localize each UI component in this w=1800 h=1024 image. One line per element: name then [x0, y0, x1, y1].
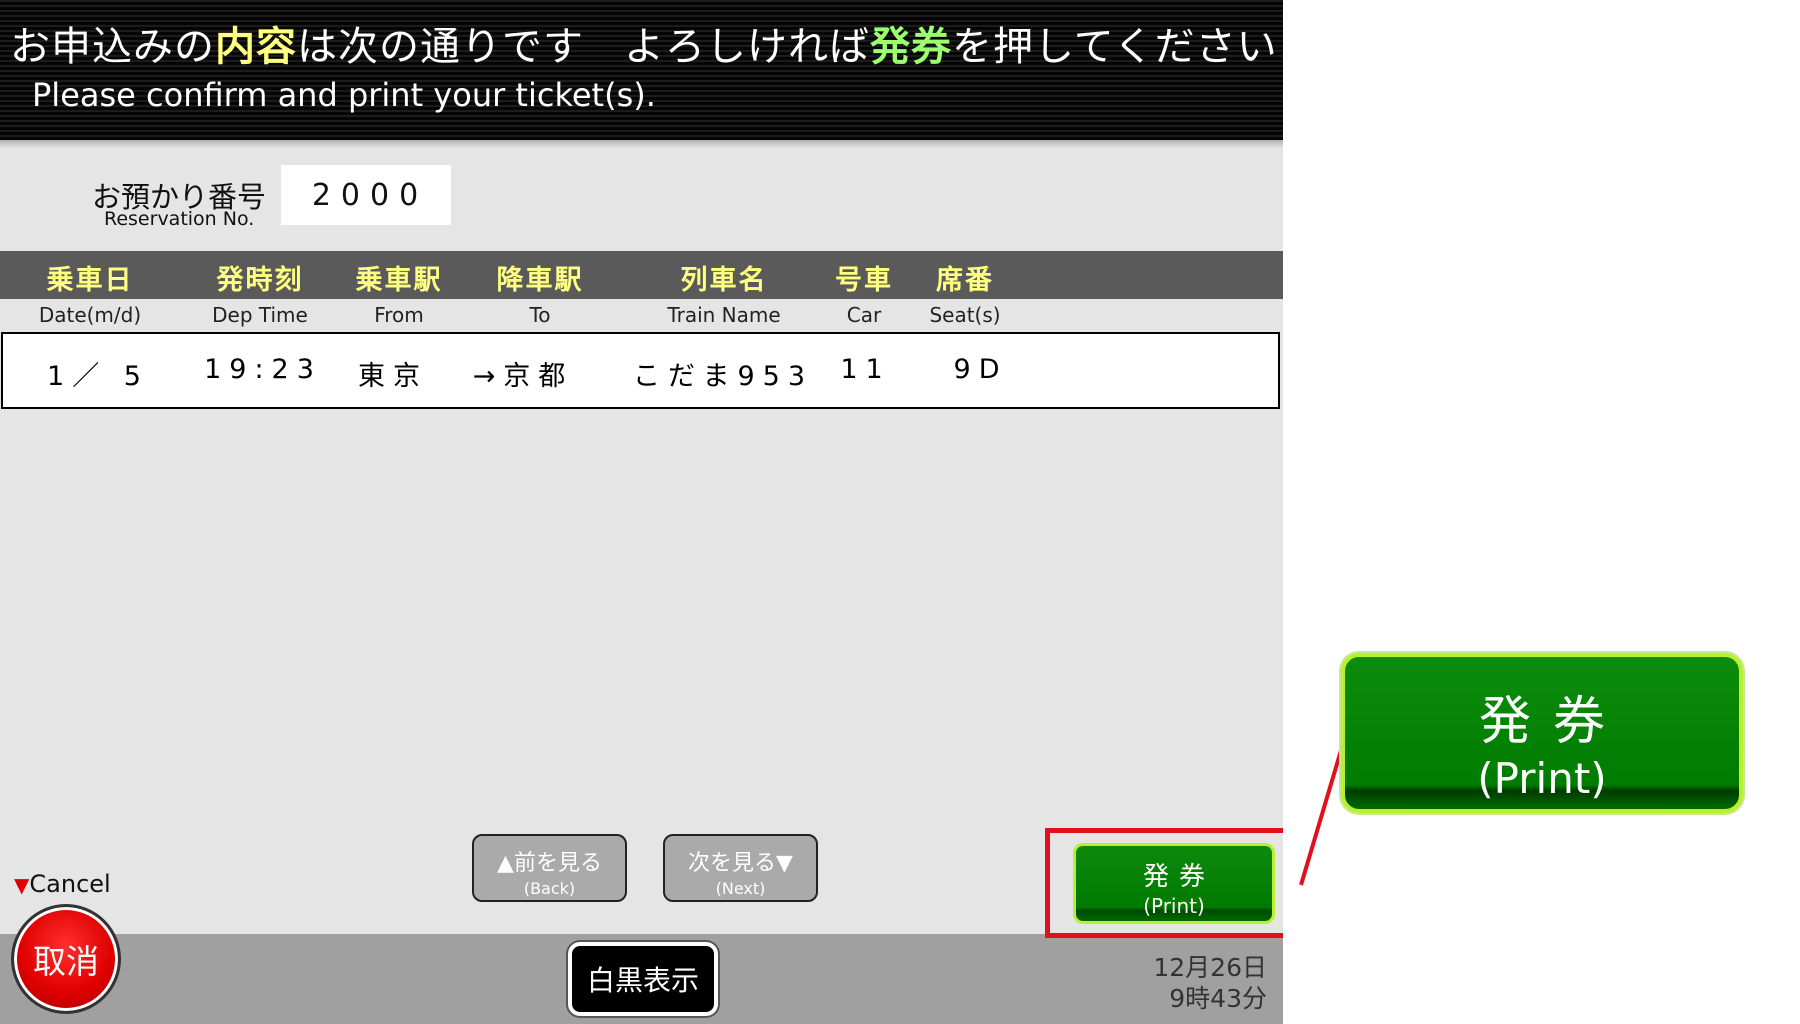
instruction-jp-highlight-content: 内容 — [215, 24, 297, 70]
header-dep-time-jp: 発時刻 — [216, 265, 304, 296]
header-from-en: From — [374, 303, 424, 327]
cancel-caption: ▼Cancel — [14, 870, 111, 898]
monochrome-display-button[interactable]: 白黒表示 — [568, 942, 718, 1016]
date-text: 12月26日 — [1153, 953, 1267, 982]
instruction-jp-part: を押してください — [952, 24, 1278, 70]
zoomed-print-sublabel: (Print) — [1477, 754, 1607, 803]
instruction-en: Please confirm and print your ticket(s). — [32, 76, 656, 114]
time-text: 9時43分 — [1169, 984, 1267, 1013]
table-header-jp: 乗車日 発時刻 乗車駅 降車駅 列車名 号車 席番 — [0, 251, 1283, 299]
cell-date: 1／ 5 — [47, 361, 149, 392]
header-car-jp: 号車 — [835, 265, 893, 296]
zoomed-print-label: 発券 — [1478, 692, 1627, 752]
instruction-jp-part: は次の通りです — [297, 24, 584, 70]
back-button-sublabel: (Back) — [523, 879, 576, 898]
instruction-banner: お申込みの内容は次の通りです よろしければ発券を押してください Please co… — [0, 0, 1283, 140]
back-button-label: ▲前を見る — [497, 851, 602, 876]
cancel-button[interactable]: 取消 — [11, 904, 121, 1014]
header-car-en: Car — [846, 303, 882, 327]
table-header-en: Date(m/d) Dep Time From To Train Name Ca… — [0, 299, 1283, 331]
header-train-name-jp: 列車名 — [680, 265, 768, 296]
cell-to: →京都 — [472, 361, 574, 392]
cell-dep-time: 19:23 — [204, 354, 322, 385]
instruction-jp-part: よろしければ — [624, 24, 870, 70]
cell-car: 11 — [840, 354, 891, 385]
next-button-sublabel: (Next) — [715, 879, 766, 898]
reservation-number: 2000 — [281, 165, 451, 225]
triangle-down-icon: ▼ — [14, 873, 30, 897]
next-button[interactable]: 次を見る▼ (Next) — [663, 834, 818, 902]
header-from-jp: 乗車駅 — [355, 265, 443, 296]
header-seat-en: Seat(s) — [929, 303, 1001, 327]
instruction-jp: お申込みの内容は次の通りです よろしければ発券を押してください — [10, 14, 1278, 72]
cell-train-name: こだま953 — [633, 361, 813, 392]
callout-connector — [1299, 736, 1347, 886]
header-to-en: To — [529, 303, 551, 327]
instruction-jp-highlight-print: 発券 — [870, 24, 952, 70]
print-button-zoomed: 発券 (Print) — [1341, 653, 1743, 813]
print-button-highlight — [1045, 828, 1283, 938]
ticket-machine-screen: お申込みの内容は次の通りです よろしければ発券を押してください Please co… — [0, 0, 1283, 1024]
table-row: 1／ 5 19:23 東京 →京都 こだま953 11 9D — [1, 332, 1280, 409]
header-train-name-en: Train Name — [667, 303, 781, 327]
cell-seat: 9D — [953, 354, 1008, 385]
reservation-label-en: Reservation No. — [104, 208, 255, 230]
header-date-jp: 乗車日 — [46, 265, 134, 296]
back-button[interactable]: ▲前を見る (Back) — [472, 834, 627, 902]
header-seat-jp: 席番 — [936, 265, 994, 296]
cell-from: 東京 — [358, 361, 428, 392]
banner-shadow — [0, 140, 1283, 148]
cancel-caption-text: Cancel — [29, 870, 111, 898]
next-button-label: 次を見る▼ — [688, 851, 793, 876]
header-date-en: Date(m/d) — [38, 303, 142, 327]
datetime-display: 12月26日 9時43分 — [1153, 952, 1267, 1014]
header-to-jp: 降車駅 — [496, 265, 584, 296]
header-dep-time-en: Dep Time — [212, 303, 308, 327]
instruction-jp-part: お申込みの — [10, 24, 215, 70]
